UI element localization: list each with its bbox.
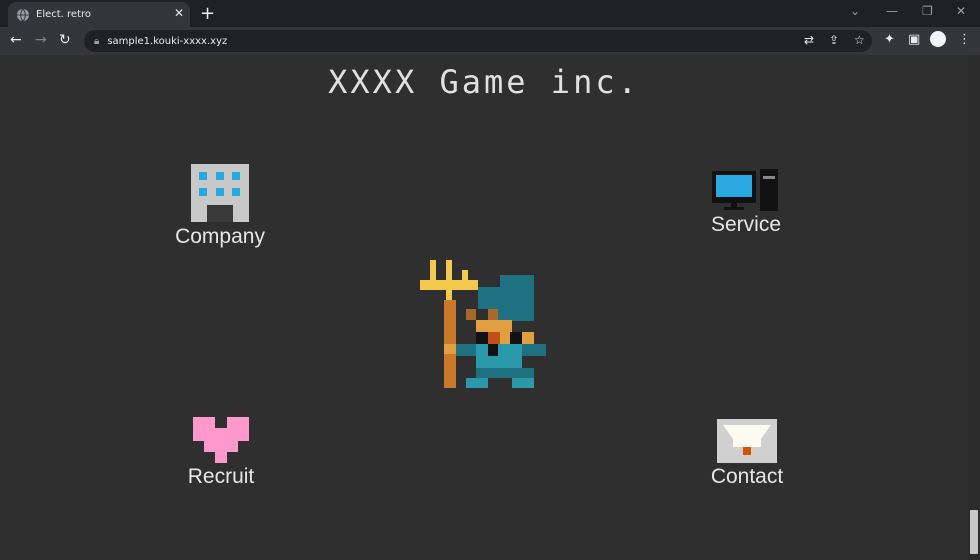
url-text[interactable]: sample1.kouki-xxxx.xyz	[107, 36, 227, 47]
browser-tab-strip: Elect. retro ✕ + ⌄ — ❐ ✕	[0, 0, 980, 27]
browser-toolbar: ← → ↻ 🔒︎ sample1.kouki-xxxx.xyz ⇄ ⇪ ☆ ✦ …	[0, 27, 980, 55]
browser-tab[interactable]: Elect. retro ✕	[8, 2, 190, 27]
globe-icon	[17, 8, 29, 21]
reload-button[interactable]: ↻	[59, 32, 71, 48]
side-panel-icon[interactable]: ▣	[908, 32, 920, 47]
window-close-button[interactable]: ✕	[956, 4, 966, 18]
back-button[interactable]: ←	[10, 32, 22, 48]
tab-title: Elect. retro	[36, 9, 91, 20]
minimize-button[interactable]: —	[886, 4, 898, 18]
contact-label: Contact	[710, 465, 784, 488]
recruit-label: Recruit	[187, 465, 255, 488]
bookmark-star-icon[interactable]: ☆	[854, 33, 865, 47]
tab-search-icon[interactable]: ⌄	[850, 4, 860, 18]
page-title: XXXX Game inc.	[328, 63, 640, 101]
restore-button[interactable]: ❐	[922, 4, 933, 18]
lock-icon[interactable]: 🔒︎	[94, 36, 99, 47]
share-icon[interactable]: ⇪	[829, 33, 839, 47]
contact-link[interactable]: Contact	[708, 419, 786, 489]
forward-button[interactable]: →	[35, 32, 47, 48]
service-link[interactable]: Service	[706, 169, 786, 237]
heart-icon	[193, 417, 249, 463]
hero-character-image	[420, 260, 546, 388]
profile-avatar[interactable]	[930, 31, 946, 47]
close-tab-icon[interactable]: ✕	[174, 6, 184, 20]
page-content: XXXX Game inc. Company Service Recruit C…	[0, 55, 968, 560]
service-label: Service	[710, 213, 782, 236]
building-icon	[191, 164, 249, 222]
menu-kebab-icon[interactable]: ⋮	[958, 32, 971, 47]
address-bar[interactable]: 🔒︎ sample1.kouki-xxxx.xyz ⇄ ⇪ ☆	[84, 30, 872, 52]
new-tab-button[interactable]: +	[200, 3, 215, 24]
extensions-icon[interactable]: ✦	[884, 32, 895, 47]
envelope-icon	[717, 419, 777, 463]
scrollbar-thumb[interactable]	[970, 510, 978, 554]
company-link[interactable]: Company	[175, 163, 265, 249]
translate-icon[interactable]: ⇄	[804, 33, 814, 47]
recruit-link[interactable]: Recruit	[184, 417, 258, 489]
computer-icon	[712, 169, 778, 211]
page-scrollbar[interactable]	[968, 55, 980, 560]
company-label: Company	[175, 225, 265, 248]
